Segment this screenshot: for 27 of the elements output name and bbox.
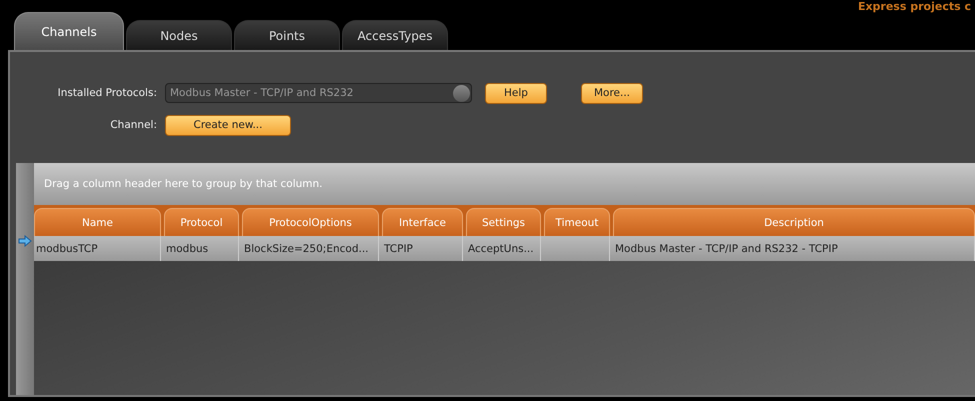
- field-label: Installed Protocols:: [56, 87, 157, 99]
- field-label: Channel:: [109, 119, 157, 131]
- table-cell: BlockSize=250;Encod...: [242, 236, 379, 261]
- more-button[interactable]: More...: [581, 82, 643, 104]
- tab[interactable]: Points: [234, 20, 340, 50]
- group-hint: Drag a column header here to group by that column.: [44, 178, 323, 190]
- column-header[interactable]: Protocol: [164, 208, 239, 236]
- help-button[interactable]: Help: [485, 82, 547, 104]
- column-header[interactable]: Interface: [382, 208, 463, 236]
- table-cell: modbus: [164, 236, 239, 261]
- column-header[interactable]: Timeout: [544, 208, 610, 236]
- column-header[interactable]: ProtocolOptions: [242, 208, 379, 236]
- create-new-button[interactable]: Create new...: [165, 114, 291, 136]
- dropdown-knob-icon[interactable]: [453, 85, 470, 102]
- table-cell: TCPIP: [382, 236, 463, 261]
- column-header[interactable]: Description: [613, 208, 975, 236]
- column-header[interactable]: Name: [34, 208, 161, 236]
- table-cell: Modbus Master - TCP/IP and RS232 - TCPIP: [613, 236, 975, 261]
- table-cell: AcceptUns...: [466, 236, 541, 261]
- protocol-dropdown[interactable]: Modbus Master - TCP/IP and RS232: [165, 83, 472, 103]
- table-row[interactable]: modbusTCP modbus BlockSize=250;Encod... TCPIP AcceptUns... Modbus Master - TCP/IP and RS232 - TCPIP: [34, 236, 975, 261]
- tab[interactable]: Channels: [14, 12, 124, 50]
- table-cell: modbusTCP: [34, 236, 161, 261]
- column-header[interactable]: Settings: [466, 208, 541, 236]
- tab[interactable]: AccessTypes: [342, 20, 448, 50]
- header-note: Express projects c: [858, 0, 971, 13]
- tab[interactable]: Nodes: [126, 20, 232, 50]
